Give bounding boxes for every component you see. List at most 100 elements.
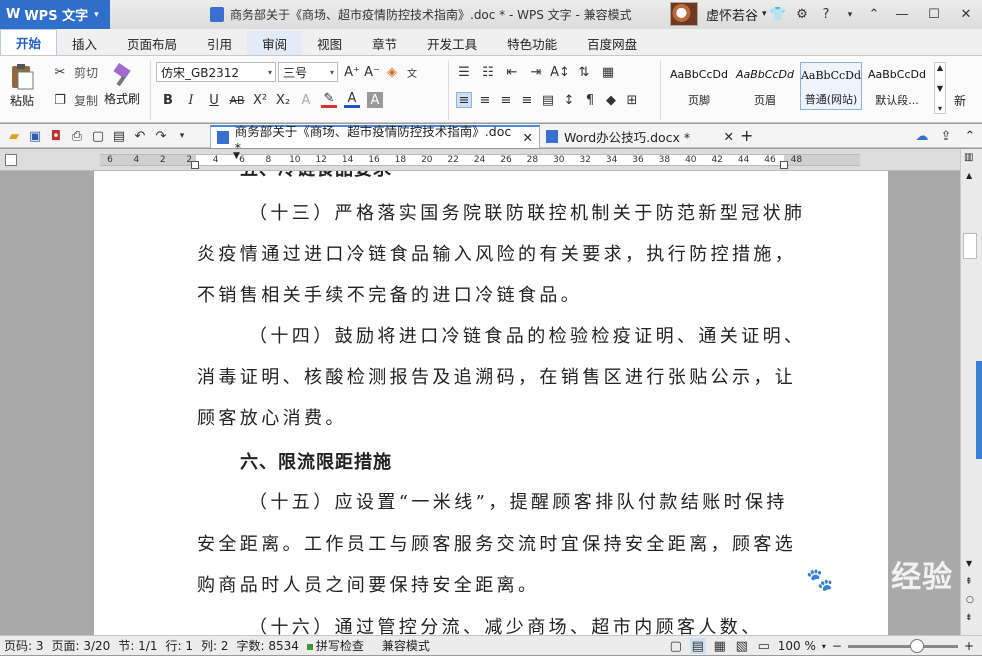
close-button[interactable]: ✕ xyxy=(950,7,982,22)
status-spell-check[interactable]: 拼写检查 xyxy=(303,637,368,654)
export-pdf-icon[interactable]: ◘ xyxy=(48,128,64,144)
cut-button[interactable]: ✂ 剪切 xyxy=(52,64,98,81)
bold-icon[interactable]: B xyxy=(160,92,176,108)
close-icon[interactable]: ✕ xyxy=(523,130,533,145)
share-icon[interactable]: ⇪ xyxy=(938,128,954,144)
font-size-select[interactable]: 三号 ▾ xyxy=(278,62,338,82)
tab-developer[interactable]: 开发工具 xyxy=(412,31,492,55)
doc-tab[interactable]: Word办公技巧.docx * ✕ xyxy=(540,125,740,148)
table-icon[interactable]: ▦ xyxy=(600,64,616,80)
chevron-down-icon[interactable]: ▾ xyxy=(838,10,862,20)
chevron-down-icon[interactable]: ▼ xyxy=(937,84,943,93)
scroll-down-arrow[interactable]: ▼ xyxy=(966,559,972,568)
ruler-track[interactable]: 6 4 2 2 4 6 8 10 12 14 16 18 20 22 24 26 28 30 32 34 36 38 40 4… xyxy=(100,154,860,166)
line-spacing-icon[interactable]: ↕ xyxy=(561,92,577,108)
more-icon[interactable]: ▾ xyxy=(938,104,942,113)
paragraph-16-line1[interactable]: （十六）通过管控分流、减少商场、超市内顾客人数、 xyxy=(197,607,789,635)
status-word-count[interactable]: 字数: 8534 xyxy=(232,637,302,654)
paragraph-14-line2[interactable]: 消毒证明、核酸检测报告及追溯码，在销售区进行张贴公示，让 xyxy=(197,357,793,398)
style-gallery-scroll[interactable]: ▲ ▼ ▾ xyxy=(934,62,946,114)
view-page-icon[interactable]: ▢ xyxy=(668,638,684,654)
zoom-in-icon[interactable]: + xyxy=(964,639,974,653)
left-indent-marker[interactable] xyxy=(191,161,199,169)
increase-indent-icon[interactable]: ⇥ xyxy=(528,64,544,80)
decrease-indent-icon[interactable]: ⇤ xyxy=(504,64,520,80)
style-footer[interactable]: AaBbCcDd 页脚 xyxy=(668,62,730,110)
skin-icon[interactable]: 👕 xyxy=(766,7,790,22)
new-style-button[interactable]: 新 xyxy=(954,92,966,109)
chevron-down-icon[interactable]: ▾ xyxy=(174,128,190,144)
open-folder-icon[interactable]: ▰ xyxy=(6,128,22,144)
username[interactable]: 虚怀若谷 xyxy=(706,5,758,24)
align-center-icon[interactable]: ≡ xyxy=(477,92,493,108)
align-left-icon[interactable]: ≡ xyxy=(456,92,472,108)
font-family-select[interactable]: 仿宋_GB2312 ▾ xyxy=(156,62,276,82)
tab-review[interactable]: 审阅 xyxy=(247,31,303,55)
horizontal-ruler[interactable]: 6 4 2 2 4 6 8 10 12 14 16 18 20 22 24 26 28 30 32 34 36 38 40 4… xyxy=(0,149,960,171)
avatar[interactable] xyxy=(670,2,698,26)
paragraph-mark-icon[interactable]: ¶ xyxy=(582,92,598,108)
italic-icon[interactable]: I xyxy=(183,92,199,108)
bullet-list-icon[interactable]: ☰ xyxy=(456,64,472,80)
pinyin-icon[interactable]: 文 xyxy=(404,64,420,80)
view-read-icon[interactable]: ▭ xyxy=(756,638,772,654)
page-preview-icon[interactable]: ▤ xyxy=(111,128,127,144)
weibo-icon[interactable]: ⚙ xyxy=(790,7,814,22)
wps-menu-button[interactable]: W WPS 文字 ▾ xyxy=(0,0,110,29)
tab-stop-selector[interactable] xyxy=(5,154,17,166)
subscript-icon[interactable]: X₂ xyxy=(275,92,291,108)
copy-button[interactable]: ❐ 复制 xyxy=(52,92,98,109)
save-icon[interactable]: ▣ xyxy=(27,128,43,144)
collapse-ribbon-icon[interactable]: ⌃ xyxy=(862,7,886,22)
style-header[interactable]: AaBbCcDd 页眉 xyxy=(734,62,796,110)
style-default-paragraph[interactable]: AaBbCcDd 默认段... xyxy=(866,62,928,110)
status-page-code[interactable]: 页码: 3 xyxy=(0,637,48,654)
right-indent-marker[interactable] xyxy=(780,161,788,169)
doc-tab-active[interactable]: 商务部关于《商场、超市疫情防控技术指南》.doc * ✕ xyxy=(210,124,540,155)
view-outline-icon[interactable]: ▧ xyxy=(734,638,750,654)
ruler-toggle-icon[interactable]: ▥ xyxy=(964,152,973,163)
minimize-button[interactable]: — xyxy=(886,7,918,22)
side-panel-toggle[interactable] xyxy=(976,361,982,459)
zoom-out-icon[interactable]: − xyxy=(832,639,842,653)
paragraph-14-line3[interactable]: 顾客放心消费。 xyxy=(197,398,789,439)
close-icon[interactable]: ✕ xyxy=(724,129,734,144)
section-heading[interactable]: 六、限流限距措施 xyxy=(240,442,832,483)
paragraph-15-line1[interactable]: （十五）应设置“一米线”，提醒顾客排队付款结账时保持 xyxy=(197,482,789,523)
superscript-icon[interactable]: X² xyxy=(252,92,268,108)
tab-baidu-netdisk[interactable]: 百度网盘 xyxy=(572,31,652,55)
highlight-icon[interactable]: ✎ xyxy=(321,91,337,108)
tab-view[interactable]: 视图 xyxy=(302,31,357,55)
text-effect-icon[interactable]: A xyxy=(298,92,314,108)
next-page-icon[interactable]: ⇟ xyxy=(965,613,973,623)
tab-page-layout[interactable]: 页面布局 xyxy=(112,31,192,55)
status-page[interactable]: 页面: 3/20 xyxy=(48,637,115,654)
style-normal-web[interactable]: AaBbCcDd 普通(网站) xyxy=(800,62,862,110)
chevron-up-icon[interactable]: ▲ xyxy=(937,63,943,72)
justify-icon[interactable]: ≡ xyxy=(519,92,535,108)
chevron-down-icon[interactable]: ▾ xyxy=(822,642,826,651)
cloud-icon[interactable]: ☁ xyxy=(914,128,930,144)
paragraph-14-line1[interactable]: （十四）鼓励将进口冷链食品的检验检疫证明、通关证明、 xyxy=(197,316,802,357)
paragraph-15-line3[interactable]: 购商品时人员之间要保持安全距离。 xyxy=(197,565,789,606)
print-icon[interactable]: ⎙ xyxy=(69,128,85,144)
partial-heading[interactable]: 五、冷链食品要求 xyxy=(240,171,832,190)
font-color-icon[interactable]: A xyxy=(344,91,360,108)
paragraph-15-line2[interactable]: 安全距离。工作员工与顾客服务交流时宜保持安全距离，顾客选 xyxy=(197,524,793,565)
view-web-icon[interactable]: ▦ xyxy=(712,638,728,654)
status-section[interactable]: 节: 1/1 xyxy=(114,637,161,654)
border-icon[interactable]: ⊞ xyxy=(624,92,640,108)
help-icon[interactable]: ? xyxy=(814,7,838,22)
shrink-font-icon[interactable]: A⁻ xyxy=(364,64,380,80)
scroll-up-arrow[interactable]: ▲ xyxy=(966,171,972,180)
tab-special-features[interactable]: 特色功能 xyxy=(492,31,572,55)
sort-icon[interactable]: ⇅ xyxy=(576,64,592,80)
zoom-slider-knob[interactable] xyxy=(909,638,924,653)
tab-insert[interactable]: 插入 xyxy=(57,31,112,55)
chevron-up-icon[interactable]: ⌃ xyxy=(962,128,978,144)
redo-icon[interactable]: ↷ xyxy=(153,128,169,144)
browse-object-icon[interactable]: ○ xyxy=(966,595,974,605)
strikethrough-icon[interactable]: AB xyxy=(229,92,245,108)
format-painter-button[interactable]: 格式刷 xyxy=(104,62,140,107)
paragraph-13-line3[interactable]: 不销售相关手续不完备的进口冷链食品。 xyxy=(197,275,789,316)
